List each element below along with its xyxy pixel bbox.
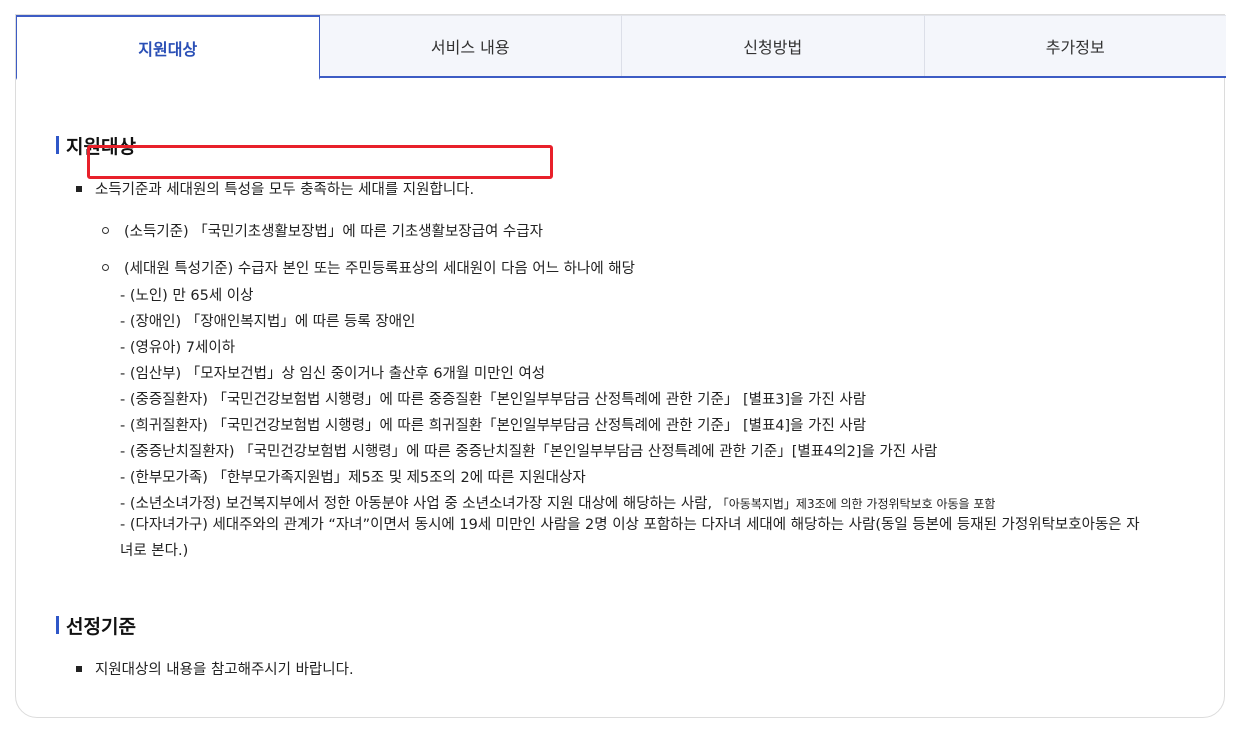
tab-additional-info[interactable]: 추가정보	[924, 15, 1226, 76]
list-item: - (다자녀가구) 세대주와의 관계가 “자녀”이면서 동시에 19세 미만인 …	[120, 517, 1140, 559]
list-item: 소득기준과 세대원의 특성을 모두 충족하는 세대를 지원합니다.	[76, 178, 474, 199]
tab-application-method[interactable]: 신청방법	[622, 15, 925, 76]
intro-text: 소득기준과 세대원의 특성을 모두 충족하는 세대를 지원합니다.	[95, 182, 475, 198]
list-item: - (중증질환자) 「국민건강보험법 시행령」에 따른 중증질환「본인일부부담금…	[120, 392, 867, 408]
household-criterion: (세대원 특성기준) 수급자 본인 또는 주민등록표상의 세대원이 다음 어느 …	[102, 257, 635, 278]
tab-bar: 지원대상 서비스 내용 신청방법 추가정보	[16, 15, 1226, 80]
income-criterion: (소득기준) 「국민기초생활보장법」에 따른 기초생활보장급여 수급자	[102, 220, 543, 241]
list-item: - (임산부) 「모자보건법」상 임신 중이거나 출산후 6개월 미만인 여성	[120, 366, 546, 382]
list-item: - (한부모가족) 「한부모가족지원법」제5조 및 제5조의 2에 따른 지원대…	[120, 470, 586, 486]
circle-bullet-icon	[102, 227, 109, 234]
list-item: - (중증난치질환자) 「국민건강보험법 시행령」에 따른 중증난치질환「본인일…	[120, 444, 938, 460]
list-item: - (영유아) 7세이하	[120, 340, 236, 356]
selection-intro-text: 지원대상의 내용을 참고해주시기 바랍니다.	[95, 662, 354, 678]
tab-eligibility[interactable]: 지원대상	[16, 15, 320, 80]
list-item: - (장애인) 「장애인복지법」에 따른 등록 장애인	[120, 314, 416, 330]
section-title-text: 선정기준	[66, 615, 136, 638]
list-item: - (희귀질환자) 「국민건강보험법 시행령」에 따른 희귀질환「본인일부부담금…	[120, 418, 867, 434]
income-criterion-text: (소득기준) 「국민기초생활보장법」에 따른 기초생활보장급여 수급자	[124, 224, 543, 240]
circle-bullet-icon	[102, 264, 109, 271]
title-bar-icon	[56, 136, 59, 154]
square-bullet-icon	[76, 665, 82, 672]
youth-note-text: 「아동복지법」제3조에 의한 가정위탁보호 아동을 포함	[716, 497, 996, 511]
square-bullet-icon	[76, 185, 82, 192]
list-item: - (노인) 만 65세 이상	[120, 288, 254, 304]
tab-service-content[interactable]: 서비스 내용	[319, 15, 622, 76]
title-bar-icon	[56, 616, 59, 634]
list-item: 지원대상의 내용을 참고해주시기 바랍니다.	[76, 658, 354, 679]
info-panel: 지원대상 서비스 내용 신청방법 추가정보 지원대상 소득기준과 세대원의 특성…	[15, 14, 1226, 718]
section-title-selection: 선정기준	[56, 613, 136, 638]
list-item: - (소년소녀가정) 보건복지부에서 정한 아동분야 사업 중 소년소녀가장 지…	[120, 492, 995, 513]
highlight-box	[87, 145, 553, 179]
youth-item-text: - (소년소녀가정) 보건복지부에서 정한 아동분야 사업 중 소년소녀가장 지…	[120, 496, 713, 512]
household-criterion-text: (세대원 특성기준) 수급자 본인 또는 주민등록표상의 세대원이 다음 어느 …	[124, 261, 635, 277]
